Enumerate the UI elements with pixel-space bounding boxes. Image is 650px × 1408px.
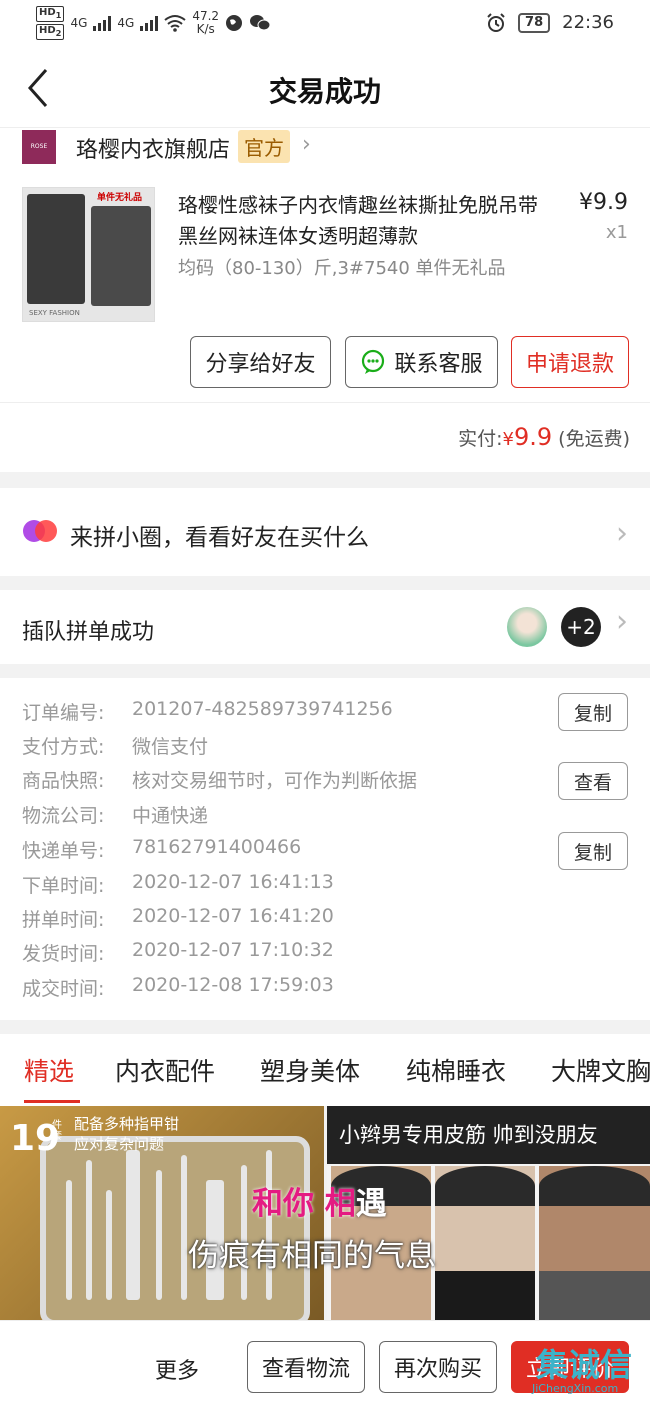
globe-icon: [226, 15, 243, 31]
friend-avatar: [507, 607, 547, 647]
product-title[interactable]: 珞樱性感袜子内衣情趣丝袜撕扯免脱吊带黑丝网袜连体女透明超薄款: [178, 190, 550, 252]
payment-row: 实付:¥9.9 (免运费): [0, 402, 650, 472]
group-status-text: 插队拼单成功: [22, 620, 155, 645]
battery-indicator: 78: [518, 12, 551, 33]
rebuy-button[interactable]: 再次购买: [379, 1341, 497, 1393]
friend-circle-text: 来拼小圈，看看好友在买什么: [70, 525, 369, 551]
tab-shapewear[interactable]: 塑身美体: [260, 1052, 360, 1088]
payment-total: 实付:¥9.9 (免运费): [458, 423, 630, 451]
product-spec: 均码（80-130）斤,3#7540 单件无礼品: [178, 258, 506, 279]
signal1-icon: [93, 15, 112, 31]
product-image[interactable]: 单件无礼品 SEXY FASHION: [22, 187, 155, 322]
detail-row: 快递单号: 78162791400466: [22, 836, 302, 862]
view-logistics-button[interactable]: 查看物流: [247, 1341, 365, 1393]
status-bar: HD1 HD2 4G 4G 47.2 K/s 78 22:36: [0, 0, 650, 46]
tab-cotton-pajamas[interactable]: 纯棉睡衣: [406, 1052, 506, 1088]
image-tag: 单件无礼品: [97, 193, 143, 203]
kit-tagline: 配备多种指甲钳 应对复杂问题: [74, 1115, 180, 1153]
alarm-icon: [487, 12, 505, 32]
network1-label: 4G: [70, 16, 88, 30]
detail-row: 成交时间: 2020-12-08 17:59:03: [22, 974, 334, 1000]
net-speed: 47.2 K/s: [192, 9, 220, 36]
group-order-row[interactable]: 插队拼单成功 +2 ›: [0, 590, 650, 664]
watermark-logo: 集诚信: [536, 1346, 633, 1384]
nail-kit-image: [40, 1136, 310, 1320]
status-right: 78 22:36: [486, 12, 614, 33]
model-photo: [539, 1166, 650, 1320]
view-snapshot-button[interactable]: 查看: [558, 762, 628, 800]
tab-underwear-accessories[interactable]: 内衣配件: [115, 1052, 215, 1088]
tab-indicator: [24, 1100, 80, 1103]
refund-button[interactable]: 申请退款: [511, 336, 629, 388]
product-qty: x1: [605, 222, 628, 243]
chevron-right-icon: ›: [616, 604, 628, 639]
chevron-right-icon: ›: [616, 516, 628, 551]
clock: 22:36: [562, 12, 614, 33]
circle-logo-icon: [23, 520, 57, 542]
detail-row: 订单编号: 201207-482589739741256: [22, 698, 393, 724]
chevron-right-icon[interactable]: ›: [302, 132, 311, 157]
watermark: 集诚信 JiChengXin.com: [532, 1338, 650, 1398]
watermark-url: JiChengXin.com: [532, 1382, 619, 1395]
official-badge: 官方: [238, 130, 290, 163]
hd2-badge: HD2: [36, 24, 65, 40]
detail-row: 发货时间: 2020-12-07 17:10:32: [22, 939, 334, 965]
order-details: 订单编号: 201207-482589739741256 支付方式: 微信支付 商品…: [0, 678, 650, 1020]
wifi-icon: [164, 15, 186, 32]
tab-brand-bras[interactable]: 大牌文胸: [551, 1052, 650, 1088]
wechat-icon: [250, 15, 271, 31]
page-title: 交易成功: [268, 75, 381, 108]
friend-circle-row[interactable]: 来拼小圈，看看好友在买什么 ›: [0, 488, 650, 576]
share-button[interactable]: 分享给好友: [190, 336, 331, 388]
detail-row: 拼单时间: 2020-12-07 16:41:20: [22, 905, 334, 931]
more-button[interactable]: 更多: [155, 1353, 199, 1385]
more-friends-badge: +2: [561, 607, 601, 647]
detail-row: 物流公司: 中通快递: [22, 805, 209, 827]
network2-label: 4G: [117, 16, 135, 30]
tab-featured[interactable]: 精选: [24, 1052, 74, 1088]
shop-name[interactable]: 珞樱内衣旗舰店: [76, 132, 230, 164]
nav-bar: 交易成功: [0, 46, 650, 128]
lyric-line-1: 和你 相遇: [252, 1186, 387, 1222]
image-brand: SEXY FASHION: [29, 309, 80, 317]
detail-row: 支付方式: 微信支付: [22, 736, 209, 758]
kit-count-unit: 件套: [52, 1120, 62, 1142]
lyric-line-2: 伤痕有相同的气息: [188, 1238, 436, 1274]
copy-order-button[interactable]: 复制: [558, 693, 628, 731]
detail-row: 下单时间: 2020-12-07 16:41:13: [22, 871, 334, 897]
hd1-badge: HD1: [36, 6, 65, 22]
model-photo: [435, 1166, 535, 1320]
product-price: ¥9.9: [579, 190, 628, 215]
shop-row[interactable]: ROSE SAKURA 珞樱内衣旗舰店 官方 ›: [0, 128, 650, 184]
signal2-icon: [140, 15, 159, 31]
hd-indicators: HD1 HD2: [36, 6, 65, 40]
hair-ties-headline: 小辫男专用皮筋 帅到没朋友: [327, 1106, 650, 1164]
product-card: 单件无礼品 SEXY FASHION 珞樱性感袜子内衣情趣丝袜撕扯免脱吊带黑丝网…: [0, 172, 650, 402]
category-tabs: 精选 内衣配件 塑身美体 纯棉睡衣 大牌文胸: [0, 1034, 650, 1106]
detail-row: 商品快照: 核对交易细节时，可作为判断依据: [22, 770, 418, 792]
shop-logo: ROSE SAKURA: [22, 130, 56, 184]
status-left: HD1 HD2 4G 4G 47.2 K/s: [36, 6, 271, 40]
copy-tracking-button[interactable]: 复制: [558, 832, 628, 870]
chat-icon: [362, 349, 385, 374]
contact-service-button[interactable]: 联系客服: [345, 336, 498, 388]
